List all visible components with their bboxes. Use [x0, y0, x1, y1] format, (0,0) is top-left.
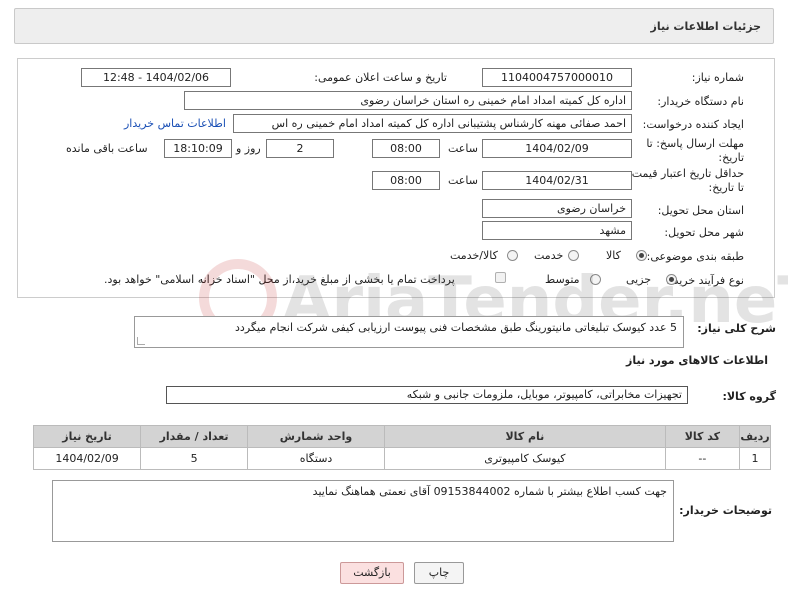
remaining-label: ساعت باقی مانده: [66, 142, 148, 155]
validity-label-2: تا تاریخ:: [708, 181, 744, 194]
days-label: روز و: [236, 142, 261, 155]
col-row: ردیف: [738, 425, 772, 448]
deadline-time-field: 08:00: [372, 139, 440, 158]
announce-datetime-field: 1404/02/06 - 12:48: [81, 68, 231, 87]
category-option-goods: کالا: [606, 249, 621, 262]
goods-group-field: تجهیزات مخابراتی، کامپیوتر، موبایل، ملزو…: [166, 386, 688, 404]
days-field: 2: [266, 139, 334, 158]
cell-need-date: 1404/02/09: [32, 447, 142, 470]
need-number-label: شماره نیاز:: [691, 71, 744, 84]
process-label: نوع فرآیند خرید :: [666, 274, 744, 287]
announce-label: تاریخ و ساعت اعلان عمومی:: [314, 71, 447, 84]
process-option-medium: متوسط: [545, 273, 580, 286]
province-field: خراسان رضوی: [482, 199, 632, 218]
category-radio-goods[interactable]: [636, 250, 647, 261]
category-option-service: خدمت: [534, 249, 564, 262]
validity-time-field: 08:00: [372, 171, 440, 190]
cell-row: 1: [738, 447, 772, 470]
category-radio-goods-service[interactable]: [507, 250, 518, 261]
requester-label: ایجاد کننده درخواست:: [642, 118, 744, 131]
title-panel: جزئیات اطلاعات نیاز: [14, 8, 774, 44]
buyer-org-field: اداره کل کمیته امداد امام خمینی ره استان…: [184, 91, 632, 110]
category-radio-service[interactable]: [568, 250, 579, 261]
need-number-field: 1104004757000010: [482, 68, 632, 87]
cell-code: --: [664, 447, 740, 470]
description-text: 5 عدد کیوسک تبلیغاتی مانیتورینگ طبق مشخص…: [235, 321, 677, 334]
cell-unit: دستگاه: [247, 447, 385, 470]
col-unit: واحد شمارش: [247, 425, 385, 448]
description-textarea: 5 عدد کیوسک تبلیغاتی مانیتورینگ طبق مشخص…: [134, 316, 684, 348]
col-name: نام کالا: [383, 425, 666, 448]
province-label: استان محل تحویل:: [657, 204, 744, 217]
col-need-date: تاریخ نیاز: [32, 425, 142, 448]
city-label: شهر محل تحویل:: [664, 226, 744, 239]
category-option-goods-service: کالا/خدمت: [450, 249, 498, 262]
cell-name: کیوسک کامپیوتری: [383, 447, 666, 470]
deadline-label-2: تاریخ:: [718, 151, 744, 164]
back-button[interactable]: بازگشت: [340, 562, 404, 584]
buyer-contact-link[interactable]: اطلاعات تماس خریدار: [124, 117, 226, 130]
category-label: طبقه بندی موضوعی:: [646, 250, 744, 263]
col-quantity: تعداد / مقدار: [140, 425, 249, 448]
page-title: جزئیات اطلاعات نیاز: [650, 20, 762, 33]
treasury-payment-note: پرداخت تمام یا بخشی از مبلغ خرید،از محل …: [104, 273, 455, 286]
print-button[interactable]: چاپ: [414, 562, 464, 584]
city-field: مشهد: [482, 221, 632, 240]
description-label: شرح کلی نیاز:: [697, 322, 776, 335]
table-row: 1 -- کیوسک کامپیوتری دستگاه 5 1404/02/09: [32, 447, 772, 470]
validity-label: حداقل تاریخ اعتبار قیمت:: [628, 167, 744, 180]
goods-group-label: گروه کالا:: [722, 390, 776, 403]
items-table: ردیف کد کالا نام کالا واحد شمارش تعداد /…: [32, 425, 772, 470]
buyer-notes-text: جهت کسب اطلاع بیشتر با شماره 09153844002…: [312, 485, 667, 498]
deadline-date-field: 1404/02/09: [482, 139, 632, 158]
process-option-minor: جزیی: [626, 273, 652, 286]
process-radio-medium[interactable]: [590, 274, 601, 285]
buyer-org-label: نام دستگاه خریدار:: [657, 95, 744, 108]
deadline-time-label: ساعت: [448, 142, 478, 155]
items-table-header: ردیف کد کالا نام کالا واحد شمارش تعداد /…: [32, 425, 772, 448]
remaining-time-field: 18:10:09: [164, 139, 232, 158]
col-code: کد کالا: [664, 425, 740, 448]
validity-time-label: ساعت: [448, 174, 478, 187]
buyer-notes-textarea: جهت کسب اطلاع بیشتر با شماره 09153844002…: [52, 480, 674, 542]
treasury-payment-checkbox[interactable]: [495, 272, 506, 283]
validity-date-field: 1404/02/31: [482, 171, 632, 190]
process-radio-minor[interactable]: [666, 274, 677, 285]
requester-field: احمد صفائی مهنه کارشناس پشتیبانی اداره ک…: [233, 114, 632, 133]
resize-handle[interactable]: [137, 337, 145, 345]
goods-section-title: اطلاعات کالاهای مورد نیاز: [626, 354, 768, 367]
cell-quantity: 5: [140, 447, 249, 470]
buyer-notes-label: توضیحات خریدار:: [679, 504, 772, 517]
deadline-label: مهلت ارسال پاسخ: تا: [646, 137, 744, 150]
